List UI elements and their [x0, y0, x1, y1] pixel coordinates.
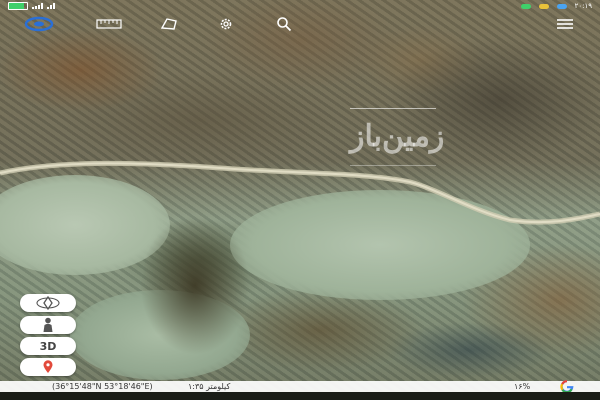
- satellite-map[interactable]: زمین‌باز: [0, 0, 600, 400]
- view-3d-button[interactable]: 3D: [20, 337, 76, 355]
- measure-area-button[interactable]: [156, 14, 182, 34]
- battery-icon: [8, 2, 28, 10]
- polygon-icon: [160, 18, 177, 30]
- location-pin-icon: [43, 360, 53, 373]
- ruler-icon: [96, 19, 122, 29]
- wifi-icon: [47, 3, 55, 9]
- compass-icon: [36, 296, 60, 310]
- my-location-button[interactable]: [20, 358, 76, 376]
- layers-button[interactable]: [22, 14, 56, 34]
- watermark-logo: زمین‌باز: [350, 108, 444, 166]
- gear-icon: [220, 18, 232, 30]
- map-toolbar: [0, 12, 600, 36]
- watermark-text: زمین‌باز: [350, 119, 445, 154]
- system-nav-bar: [0, 392, 600, 400]
- street-view-button[interactable]: [20, 316, 76, 334]
- road: [0, 160, 600, 225]
- menu-button[interactable]: [552, 14, 578, 34]
- ruler-button[interactable]: [94, 14, 124, 34]
- view-3d-label: 3D: [39, 339, 57, 353]
- notification-icon: [556, 3, 567, 9]
- scale-readout: کیلومتر ۱:۳۵: [188, 382, 231, 391]
- pegman-icon: [43, 317, 53, 332]
- menu-icon: [557, 19, 573, 29]
- notification-icon: [520, 3, 531, 9]
- status-time: ۲۰:۱۹: [574, 2, 592, 10]
- search-icon: [277, 17, 292, 32]
- notification-icon: [538, 3, 549, 9]
- settings-button[interactable]: [214, 14, 238, 34]
- status-bar: ۲۰:۱۹: [0, 0, 600, 12]
- map-info-bar: (36°15'48"N 53°18'46"E) کیلومتر ۱:۳۵ ۱۶%: [0, 380, 600, 393]
- search-button[interactable]: [272, 14, 296, 34]
- coordinates-readout: (36°15'48"N 53°18'46"E): [52, 382, 153, 391]
- signal-icon: [32, 3, 43, 9]
- compass-button[interactable]: [20, 294, 76, 312]
- battery-level: [9, 3, 25, 9]
- layers-icon: [24, 16, 54, 32]
- zoom-readout: ۱۶%: [514, 382, 531, 391]
